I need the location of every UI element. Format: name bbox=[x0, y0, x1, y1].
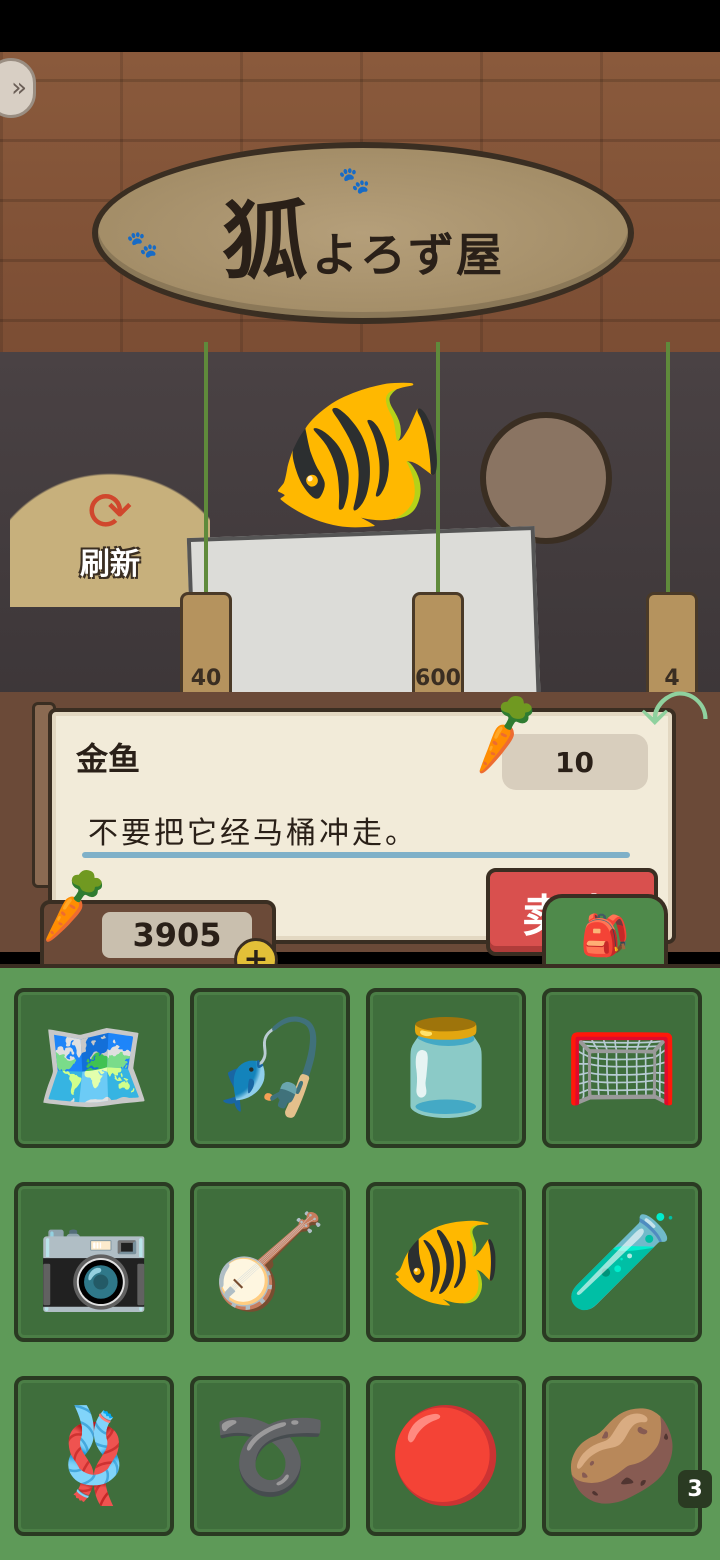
inventory-slot[interactable]: 🗺️ bbox=[14, 988, 174, 1148]
inventory-slot[interactable]: 🧪 bbox=[542, 1182, 702, 1342]
shop-scene: » 🐾 🐾 狐よろず屋 ⟳ 刷新 40 600 4 🐠 金鱼 10 🥕 不要把它… bbox=[0, 52, 720, 1560]
camera-icon: 📷 bbox=[36, 1208, 152, 1315]
item-description: 不要把它经马桶冲走。 bbox=[88, 816, 418, 851]
item-name: 金鱼 bbox=[76, 740, 141, 778]
currency-box: 3905 bbox=[102, 912, 252, 958]
ukulele-icon: 🪕 bbox=[212, 1208, 328, 1315]
goldfish-icon: 🐠 bbox=[388, 1208, 504, 1315]
rope-tassel-icon: 🪢 bbox=[36, 1402, 152, 1509]
inventory-slot[interactable]: 🫙 bbox=[366, 988, 526, 1148]
page-badge: 3 bbox=[678, 1470, 712, 1508]
kendama-icon: 🔴 bbox=[388, 1402, 504, 1509]
test-tube-icon: 🧪 bbox=[564, 1208, 680, 1315]
inventory-slot[interactable]: 🥔 bbox=[542, 1376, 702, 1536]
paw-print-icon: 🐾 bbox=[338, 166, 371, 196]
fishing-rod-icon: 🎣 bbox=[212, 1014, 328, 1121]
sign-title: 狐 bbox=[222, 190, 312, 292]
shop-sign: 🐾 🐾 狐よろず屋 bbox=[92, 142, 634, 324]
refresh-button[interactable]: ⟳ 刷新 bbox=[10, 427, 210, 607]
price-tag[interactable]: 40 bbox=[180, 592, 232, 702]
currency-panel: 🥕 3905 + bbox=[26, 859, 278, 982]
carrot-count: 3905 bbox=[132, 916, 222, 954]
price-tag[interactable]: 600 bbox=[412, 592, 464, 702]
inventory-slot[interactable]: 🎣 bbox=[190, 988, 350, 1148]
tag-string bbox=[204, 342, 208, 602]
paw-print-icon: 🐾 bbox=[126, 230, 159, 260]
chips-bag-icon: 🥔 bbox=[564, 1402, 680, 1509]
bug-net-icon: 🥅 bbox=[564, 1014, 680, 1121]
inventory-slot[interactable]: 🔴 bbox=[366, 1376, 526, 1536]
return-arrow-icon[interactable]: ⤺ bbox=[632, 672, 716, 742]
chevron-right-icon: » bbox=[11, 73, 27, 103]
inventory-slot[interactable]: 🪕 bbox=[190, 1182, 350, 1342]
wall-clock bbox=[480, 412, 612, 544]
fruit-jar-icon: 🫙 bbox=[388, 1014, 504, 1121]
jump-rope-icon: ➰ bbox=[212, 1402, 328, 1509]
refresh-label: 刷新 bbox=[80, 547, 140, 582]
description-underline bbox=[82, 852, 630, 858]
backpack-tab[interactable]: 🎒 bbox=[542, 894, 668, 972]
inventory-slot[interactable]: 🥅 bbox=[542, 988, 702, 1148]
inventory-slot[interactable]: 🪢 bbox=[14, 1376, 174, 1536]
inventory-slot[interactable]: ➰ bbox=[190, 1376, 350, 1536]
goldfish-display-icon: 🐠 bbox=[248, 355, 463, 559]
inventory-slot[interactable]: 📷 bbox=[14, 1182, 174, 1342]
item-price: 10 bbox=[555, 745, 594, 779]
sign-subtitle: よろず屋 bbox=[312, 227, 504, 282]
refresh-arrows-icon: ⟳ bbox=[87, 480, 133, 543]
backpack-icon: 🎒 bbox=[580, 912, 630, 959]
poster-map-icon: 🗺️ bbox=[36, 1014, 152, 1121]
inventory-panel: 🗺️ 🎣 🫙 🥅 📷 🪕 🐠 🧪 🪢 ➰ 🔴 🥔 bbox=[0, 964, 720, 1560]
tag-string bbox=[666, 342, 670, 602]
inventory-slot[interactable]: 🐠 bbox=[366, 1182, 526, 1342]
inventory-grid: 🗺️ 🎣 🫙 🥅 📷 🪕 🐠 🧪 🪢 ➰ 🔴 🥔 bbox=[14, 988, 702, 1536]
